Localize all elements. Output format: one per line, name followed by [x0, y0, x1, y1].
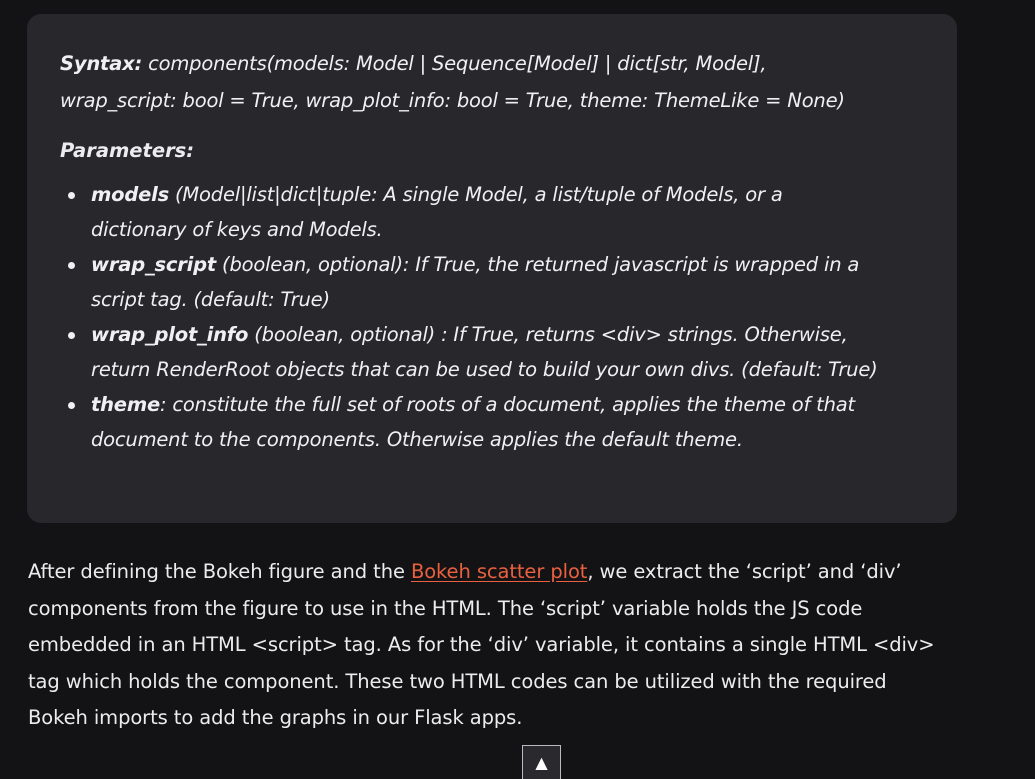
param-name: wrap_script	[91, 253, 217, 276]
param-desc: : constitute the full set of roots of a …	[159, 393, 855, 416]
param-name: wrap_plot_info	[91, 323, 249, 346]
param-item-wrap-plot-info: wrap_plot_info (boolean, optional) : If …	[60, 317, 927, 387]
arrow-up-icon: ▲	[535, 753, 548, 772]
paragraph-line-1-end: , we extract the ‘script’ and ‘div’	[587, 560, 902, 583]
syntax-signature: Syntax: components(models: Model | Seque…	[60, 45, 927, 119]
syntax-label: Syntax:	[60, 52, 143, 75]
param-desc: (Model|list|dict|tuple: A single Model, …	[169, 183, 783, 206]
bullet-icon	[68, 402, 75, 409]
back-to-top-button[interactable]: ▲	[522, 745, 561, 779]
param-name: theme	[91, 393, 160, 416]
param-desc-cont: script tag. (default: True)	[91, 288, 330, 311]
paragraph-line-5: Bokeh imports to add the graphs in our F…	[28, 706, 523, 730]
syntax-line-2: wrap_script: bool = True, wrap_plot_info…	[60, 89, 845, 112]
param-item-theme: theme: constitute the full set of roots …	[60, 387, 927, 457]
parameter-list: models (Model|list|dict|tuple: A single …	[60, 177, 927, 457]
paragraph-line-4: tag which holds the component. These two…	[28, 669, 887, 693]
param-item-models: models (Model|list|dict|tuple: A single …	[60, 177, 927, 247]
bullet-icon	[68, 262, 75, 269]
bokeh-scatter-plot-link[interactable]: Bokeh scatter plot	[411, 560, 587, 583]
param-item-wrap-script: wrap_script (boolean, optional): If True…	[60, 247, 927, 317]
param-desc-cont: document to the components. Otherwise ap…	[91, 428, 743, 451]
paragraph-line-1-start: After defining the Bokeh figure and the	[28, 560, 411, 583]
param-desc-cont: dictionary of keys and Models.	[91, 218, 383, 241]
article-paragraph: After defining the Bokeh figure and the …	[28, 554, 958, 737]
syntax-code-box: Syntax: components(models: Model | Seque…	[27, 14, 957, 523]
bullet-icon	[68, 332, 75, 339]
param-desc: (boolean, optional) : If True, returns <…	[248, 323, 848, 346]
param-desc: (boolean, optional): If True, the return…	[216, 253, 860, 276]
paragraph-line-3: embedded in an HTML <script> tag. As for…	[28, 633, 935, 657]
param-desc-cont: return RenderRoot objects that can be us…	[91, 358, 878, 381]
syntax-line-1: components(models: Model | Sequence[Mode…	[142, 52, 767, 75]
param-name: models	[91, 183, 169, 206]
parameters-heading: Parameters:	[60, 139, 195, 162]
bullet-icon	[68, 192, 75, 199]
paragraph-line-2: components from the figure to use in the…	[28, 596, 863, 620]
article-page: Syntax: components(models: Model | Seque…	[0, 0, 1035, 779]
